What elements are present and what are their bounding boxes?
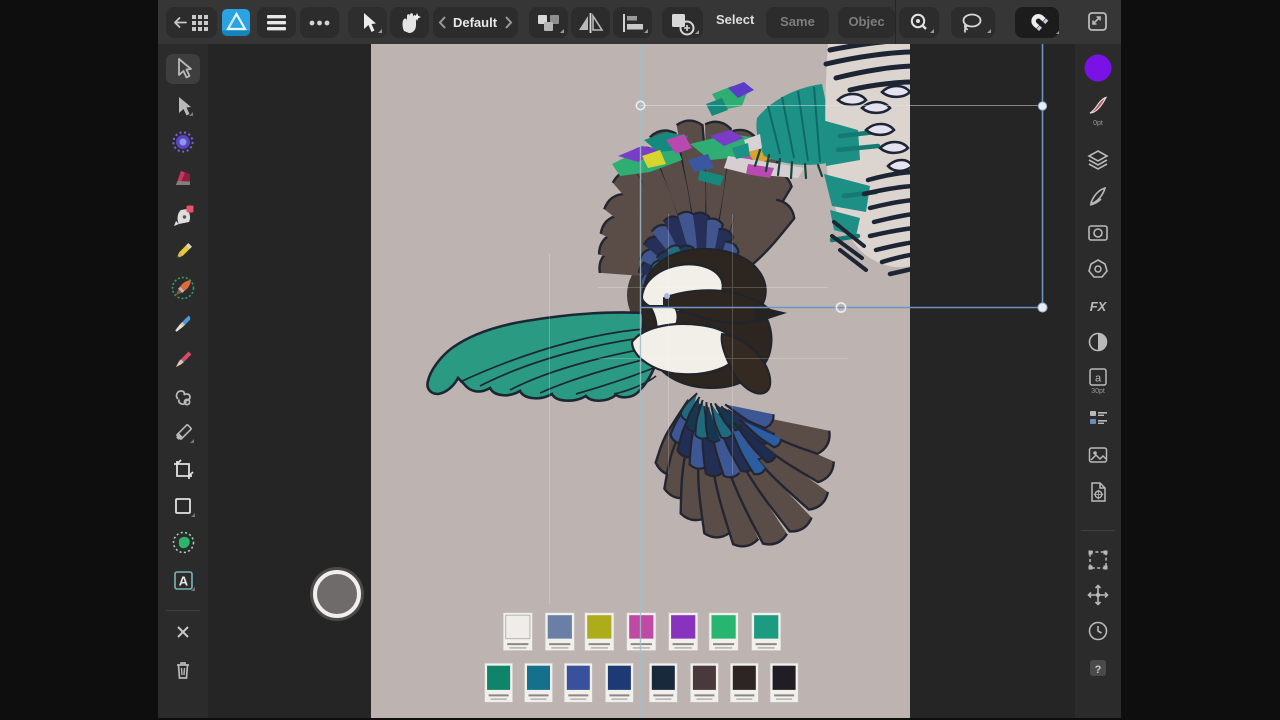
svg-text:Default: Default [453, 15, 498, 30]
svg-text:A: A [179, 574, 189, 589]
svg-text:FX: FX [1090, 299, 1108, 314]
svg-text:a: a [1095, 373, 1102, 385]
svg-text:?: ? [1095, 664, 1102, 676]
